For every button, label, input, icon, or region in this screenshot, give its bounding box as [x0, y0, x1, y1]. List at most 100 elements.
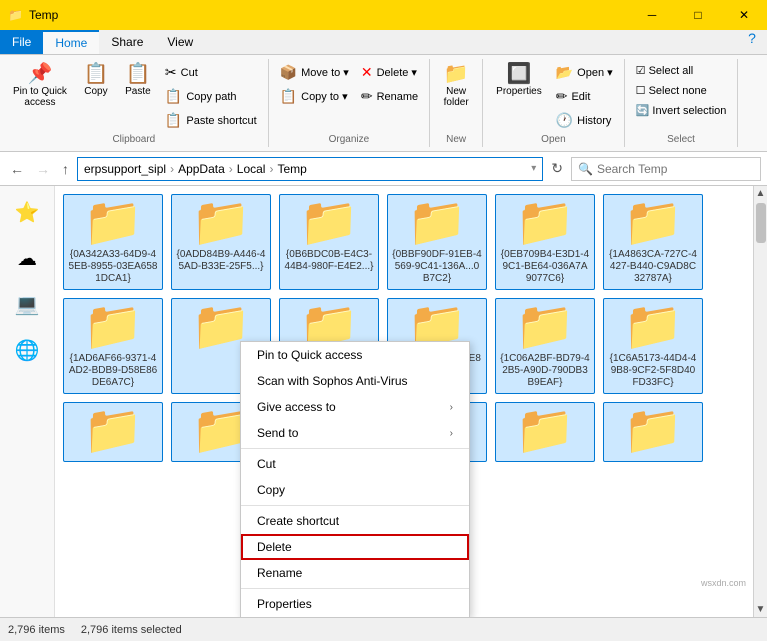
pin-label: Pin to Quickaccess [13, 86, 67, 108]
copy-button[interactable]: 📋 Copy [76, 61, 116, 100]
folder-icon: 📁 [515, 199, 575, 247]
rename-label: Rename [377, 91, 419, 103]
delete-button[interactable]: ✕ Delete ▾ [356, 61, 423, 84]
open-buttons: 📂 Open ▾ ✏ Edit 🕐 History [551, 61, 618, 132]
open-button[interactable]: 📂 Open ▾ [551, 61, 618, 84]
move-to-button[interactable]: 📦 Move to ▾ [275, 61, 354, 84]
ctx-send-to[interactable]: Send to › [241, 420, 469, 446]
ctx-delete[interactable]: Delete [241, 534, 469, 560]
file-item[interactable]: 📁 {1C06A2BF-BD79-42B5-A90D-790DB3B9EAF} [495, 298, 595, 394]
file-label: {1C6A5173-44D4-49B8-9CF2-5F8D40FD33FC} [608, 353, 698, 389]
select-all-button[interactable]: ☑ Select all [631, 61, 732, 80]
ctx-cut-label: Cut [257, 457, 276, 471]
sidebar-item-pc[interactable]: 💻 [5, 282, 49, 326]
paste-shortcut-button[interactable]: 📋 Paste shortcut [160, 109, 262, 132]
close-button[interactable]: ✕ [721, 0, 767, 30]
file-item[interactable]: 📁 [63, 402, 163, 462]
context-menu: Pin to Quick access Scan with Sophos Ant… [240, 341, 470, 617]
path-part-4: Temp [277, 162, 306, 176]
folder-icon: 📁 [623, 199, 683, 247]
file-item[interactable]: 📁 {0A342A33-64D9-45EB-8955-03EA6581DCA1} [63, 194, 163, 290]
ctx-give-access[interactable]: Give access to › [241, 394, 469, 420]
right-scrollbar[interactable]: ▲ ▼ [753, 186, 767, 617]
tab-home[interactable]: Home [43, 30, 99, 54]
ctx-pin-to-quick-access[interactable]: Pin to Quick access [241, 342, 469, 368]
address-path[interactable]: erpsupport_sipl › AppData › Local › Temp… [77, 157, 543, 181]
rename-button[interactable]: ✏ Rename [356, 85, 423, 108]
folder-icon: 📁 [515, 407, 575, 455]
back-button[interactable]: ← [6, 159, 28, 179]
copy-label: Copy [84, 86, 107, 97]
properties-button[interactable]: 🔲 Properties [489, 61, 549, 100]
cut-button[interactable]: ✂ Cut [160, 61, 262, 84]
file-label: {0EB709B4-E3D1-49C1-BE64-036A7A9077C6} [500, 249, 590, 285]
properties-icon: 🔲 [506, 64, 531, 84]
up-button[interactable]: ↑ [58, 159, 73, 179]
ctx-pin-label: Pin to Quick access [257, 348, 362, 362]
scroll-down-arrow[interactable]: ▼ [754, 602, 767, 617]
organize-buttons: 📦 Move to ▾ 📋 Copy to ▾ [275, 61, 354, 108]
folder-icon: 📁 [407, 199, 467, 247]
folder-icon: 📁 [623, 303, 683, 351]
ribbon-tabs: File Home Share View ? [0, 30, 767, 55]
tab-view[interactable]: View [155, 30, 205, 54]
file-item[interactable]: 📁 {1C6A5173-44D4-49B8-9CF2-5F8D40FD33FC} [603, 298, 703, 394]
open-group: 🔲 Properties 📂 Open ▾ ✏ Edit 🕐 History [483, 59, 625, 147]
maximize-button[interactable]: □ [675, 0, 721, 30]
file-item[interactable]: 📁 {1A4863CA-727C-4427-B440-C9AD8C32787A} [603, 194, 703, 290]
sidebar-item-star[interactable]: ⭐ [5, 190, 49, 234]
paste-button[interactable]: 📋 Paste [118, 61, 158, 100]
file-item[interactable]: 📁 {0ADD84B9-A446-45AD-B33E-25F5...} [171, 194, 271, 290]
organize-items: 📦 Move to ▾ 📋 Copy to ▾ ✕ Delete ▾ ✏ [275, 61, 423, 132]
copy-path-button[interactable]: 📋 Copy path [160, 85, 262, 108]
file-label: {0ADD84B9-A446-45AD-B33E-25F5...} [176, 249, 266, 273]
minimize-button[interactable]: ─ [629, 0, 675, 30]
title-bar: 📁 Temp ─ □ ✕ [0, 0, 767, 30]
clipboard-group-label: Clipboard [112, 134, 155, 145]
help-button[interactable]: ? [737, 30, 767, 46]
file-area-container: 📁 {0A342A33-64D9-45EB-8955-03EA6581DCA1}… [55, 186, 767, 617]
file-item[interactable]: 📁 [495, 402, 595, 462]
copy-to-button[interactable]: 📋 Copy to ▾ [275, 85, 354, 108]
forward-button[interactable]: → [32, 159, 54, 179]
ctx-create-shortcut[interactable]: Create shortcut [241, 508, 469, 534]
ctx-create-shortcut-label: Create shortcut [257, 514, 339, 528]
sidebar-item-onedrive[interactable]: ☁ [5, 236, 49, 280]
new-folder-icon: 📁 [444, 64, 469, 84]
path-part-3: Local [237, 162, 266, 176]
ctx-copy[interactable]: Copy [241, 477, 469, 503]
ctx-delete-label: Delete [257, 540, 292, 554]
scroll-thumb[interactable] [756, 203, 766, 243]
search-box[interactable]: 🔍 [571, 157, 761, 181]
tab-share[interactable]: Share [99, 30, 155, 54]
ctx-rename[interactable]: Rename [241, 560, 469, 586]
invert-selection-button[interactable]: 🔄 Invert selection [631, 101, 732, 120]
select-buttons: ☑ Select all ☐ Select none 🔄 Invert sele… [631, 61, 732, 120]
folder-icon: 📁 [299, 199, 359, 247]
ctx-scan-label: Scan with Sophos Anti-Virus [257, 374, 408, 388]
ctx-scan-sophos[interactable]: Scan with Sophos Anti-Virus [241, 368, 469, 394]
file-item[interactable]: 📁 {0BBF90DF-91EB-4569-9C41-136A...0B7C2} [387, 194, 487, 290]
ctx-send-to-arrow: › [450, 428, 453, 439]
file-item[interactable]: 📁 {1AD6AF66-9371-4AD2-BDB9-D58E86DE6A7C} [63, 298, 163, 394]
pin-to-quick-access-button[interactable]: 📌 Pin to Quickaccess [6, 61, 74, 111]
path-separator-1: › [170, 162, 174, 176]
edit-button[interactable]: ✏ Edit [551, 85, 618, 108]
ctx-copy-label: Copy [257, 483, 285, 497]
select-none-button[interactable]: ☐ Select none [631, 81, 732, 100]
ctx-properties[interactable]: Properties [241, 591, 469, 617]
ctx-cut[interactable]: Cut [241, 451, 469, 477]
file-item[interactable]: 📁 {0B6BDC0B-E4C3-44B4-980F-E4E2...} [279, 194, 379, 290]
new-folder-button[interactable]: 📁 Newfolder [436, 61, 476, 111]
sidebar-item-network[interactable]: 🌐 [5, 328, 49, 372]
tab-file[interactable]: File [0, 30, 43, 54]
file-item[interactable]: 📁 [603, 402, 703, 462]
file-item[interactable]: 📁 {0EB709B4-E3D1-49C1-BE64-036A7A9077C6} [495, 194, 595, 290]
path-separator-2: › [229, 162, 233, 176]
copy-icon: 📋 [83, 64, 108, 84]
scroll-up-arrow[interactable]: ▲ [754, 186, 767, 201]
search-input[interactable] [597, 162, 754, 176]
clipboard-items: 📌 Pin to Quickaccess 📋 Copy 📋 Paste ✂ Cu… [6, 61, 262, 132]
history-button[interactable]: 🕐 History [551, 109, 618, 132]
refresh-button[interactable]: ↻ [547, 158, 567, 179]
